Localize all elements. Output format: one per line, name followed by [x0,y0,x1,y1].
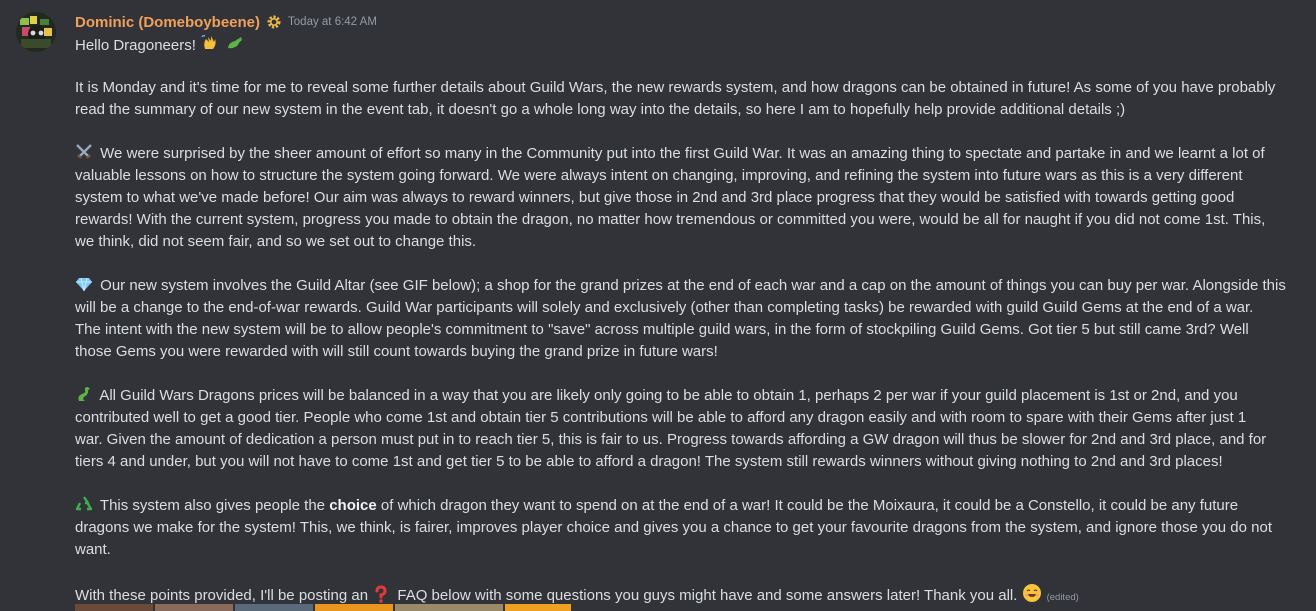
paragraph-line: We were surprised by the sheer amount of… [100,145,1265,162]
gem-emoji [75,275,93,293]
avatar-image [16,12,56,52]
attachment-thumbnail[interactable] [505,604,571,611]
paragraph-line: read the summary of our new system in th… [75,101,1126,118]
paragraph-line: All Guild Wars Dragons prices will be ba… [99,387,1238,404]
attachment-thumbnail[interactable] [395,604,503,611]
message-header: Dominic (Domeboybeene) Today at 6:42 AM [75,11,377,33]
author-name[interactable]: Dominic (Domeboybeene) [75,14,260,31]
attachment-thumbnail[interactable] [155,604,233,611]
attachment-thumbnail[interactable] [75,604,153,611]
attachment-strip[interactable] [75,604,571,611]
crossed-swords-emoji [75,143,93,161]
attachment-thumbnail[interactable] [315,604,393,611]
message-timestamp[interactable]: Today at 6:42 AM [288,16,377,28]
paragraph-line: will be a change to the end-of-war rewar… [75,299,1254,316]
paragraph-line: system to what we've made before! Our ai… [75,189,1235,206]
paragraph-line: war. Given the amount of dedication a pe… [75,431,1267,448]
wave-emoji [200,33,218,51]
paragraph-line: of which dragon they want to spend on at… [376,497,1239,514]
edited-label: (edited) [1046,592,1079,603]
paragraph-line: FAQ below with some questions you guys m… [393,587,1018,604]
paragraph-line: contributed well to get a good tier. Peo… [75,409,1247,426]
paragraph-line: It is Monday and it's time for me to rev… [75,79,1276,96]
paragraph-line: rewards! With the current system, progre… [75,211,1266,228]
paragraph-line: Our new system involves the Guild Altar … [100,277,1286,294]
gear-icon [266,14,282,30]
question-emoji [372,585,390,603]
smile-emoji [1022,583,1041,602]
dragon-emoji [225,33,243,51]
paragraph-line: we think, did not seem fair, and so we s… [75,233,477,250]
paragraph-line: With these points provided, I'll be post… [75,587,373,604]
recycle-emoji [75,495,93,513]
message-content: Hello Dragoneers! It is Monday and it's … [75,33,1305,605]
paragraph-line: This system also gives people the [99,497,330,514]
attachment-thumbnail[interactable] [235,604,313,611]
avatar[interactable] [16,12,56,52]
paragraph-line: those Gems you were rewarded with will s… [75,343,718,360]
paragraph-line: valuable lessons on how to structure the… [75,167,1243,184]
paragraph-line: dragons we make for the system! This, we… [75,519,1273,536]
dragon-emoji [75,385,93,403]
paragraph-line: want. [75,541,111,558]
greeting-text: Hello Dragoneers! [75,37,196,54]
bold-text: choice [329,497,377,514]
chat-message: Dominic (Domeboybeene) Today at 6:42 AM … [0,0,1316,611]
paragraph-line: tiers 4 and under, but you will not have… [75,453,1223,470]
paragraph-line: The intent with the new system will be t… [75,321,1249,338]
